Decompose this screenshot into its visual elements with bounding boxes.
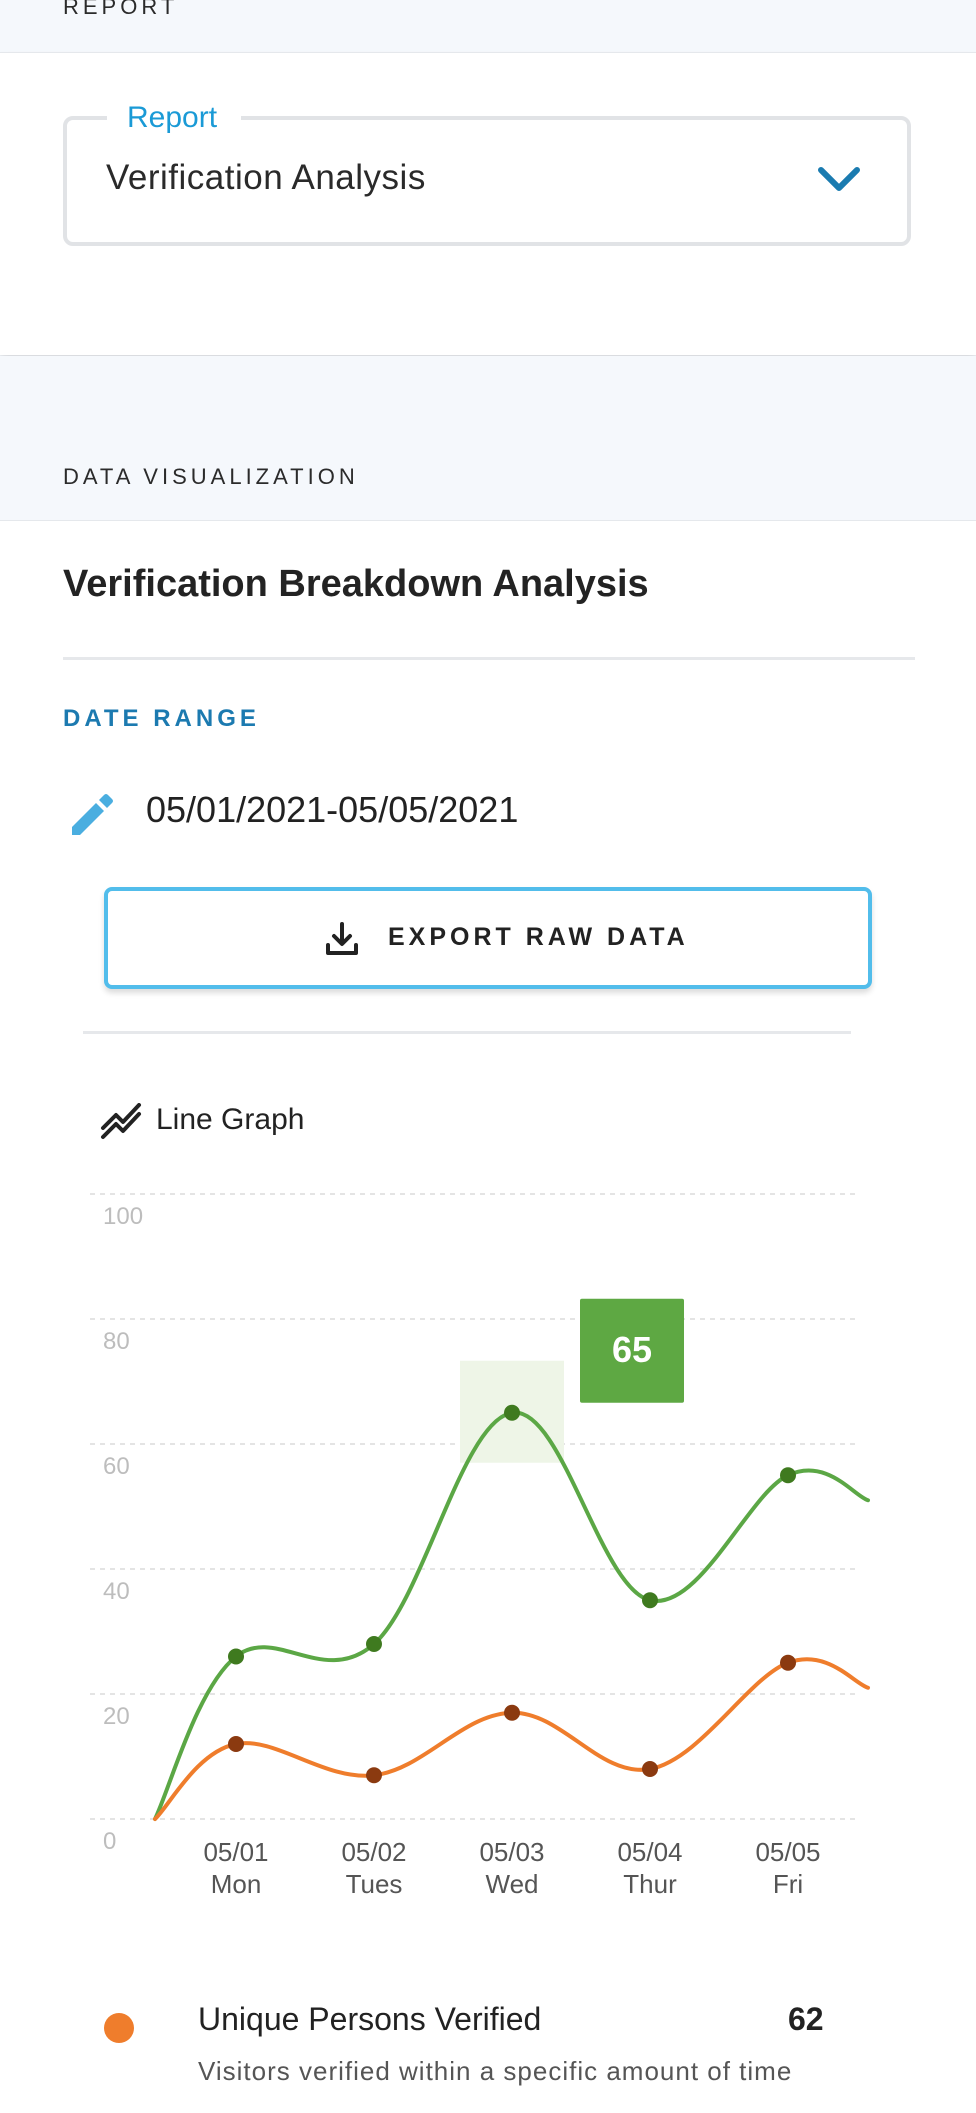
data-point-green [504,1404,520,1421]
y-tick-label: 40 [103,1578,130,1605]
x-tick-label: 05/05 [755,1837,820,1867]
report-select-value: Verification Analysis [106,158,426,197]
y-tick-label: 20 [103,1703,130,1730]
y-tick-label: 60 [103,1453,130,1480]
series-line-green [153,1410,870,1821]
x-tick-sublabel: Wed [486,1869,539,1899]
viz-section-label: DATA VISUALIZATION [63,464,359,489]
x-tick-sublabel: Tues [346,1869,403,1899]
report-card: Report Verification Analysis [0,52,976,355]
x-tick-sublabel: Thur [623,1869,677,1899]
x-tick-sublabel: Fri [773,1869,803,1899]
data-point-green [366,1636,382,1652]
data-point-green [228,1648,244,1665]
x-tick-sublabel: Mon [211,1869,262,1899]
x-tick-label: 05/01 [203,1837,268,1867]
x-tick-label: 05/02 [341,1837,406,1867]
legend-description: Visitors verified within a specific amou… [198,2056,793,2086]
report-section-label: REPORT [63,0,179,19]
legend-dot [104,2013,134,2043]
x-tick-label: 05/04 [617,1837,682,1867]
data-point-orange [228,1736,244,1752]
y-tick-label: 100 [103,1203,143,1230]
series-line-orange [153,1657,870,1821]
report-select[interactable]: Report Verification Analysis [63,98,911,246]
data-point-green [780,1467,796,1484]
y-tick-label: 80 [103,1328,130,1355]
data-point-orange [642,1761,658,1777]
x-tick-label: 05/03 [479,1837,544,1867]
legend-value: 62 [788,2001,824,2037]
line-chart: 100 80 60 40 20 0 65 05/01Mon 05/02Tues 05/03Wed 0… [90,1193,870,1899]
legend-name: Unique Persons Verified [198,2001,542,2037]
viz-card: Verification Breakdown Analysis DATE RAN… [0,520,976,2113]
data-point-green [642,1592,658,1609]
data-point-orange [366,1767,382,1784]
y-tick-label: 0 [103,1828,116,1855]
data-point-orange [504,1704,520,1721]
data-point-orange [780,1654,796,1671]
report-section-header: REPORT [0,0,976,52]
tooltip-value: 65 [612,1329,652,1370]
report-select-legend: Report [107,98,242,138]
viz-section-header: DATA VISUALIZATION [0,356,976,520]
chevron-down-icon[interactable] [817,164,861,194]
